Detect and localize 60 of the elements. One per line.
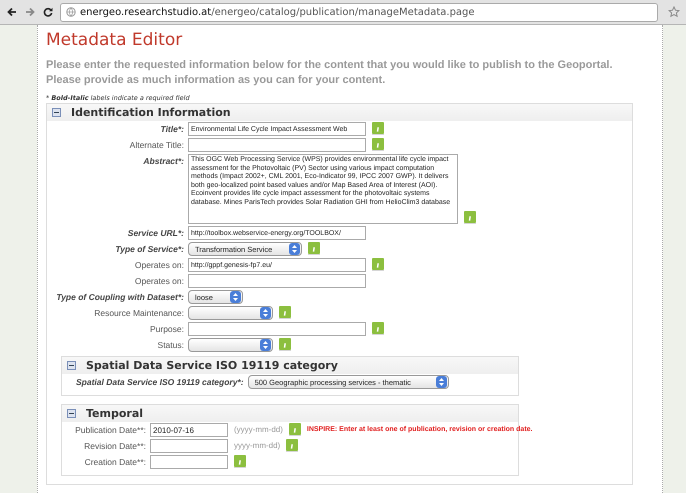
info-icon[interactable] (372, 138, 384, 151)
bookmark-star-icon[interactable] (668, 6, 680, 18)
page-title: Metadata Editor (46, 30, 184, 50)
text-field[interactable] (188, 274, 366, 288)
date-format-hint: yyyy-mm-dd) (234, 440, 280, 452)
field-label: Publication Date**: (74, 424, 147, 437)
url-host: energeo.researchstudio.at (80, 6, 212, 18)
back-arrow-icon (7, 7, 17, 17)
field-label: Type of Service*: (114, 243, 185, 256)
stepper-arrows-icon (263, 341, 268, 349)
info-icon[interactable] (279, 338, 291, 351)
field-label: Status: (156, 339, 185, 352)
info-icon[interactable] (279, 306, 291, 319)
info-icon[interactable] (372, 122, 384, 135)
field-label: Type of Coupling with Dataset*: (55, 291, 185, 304)
collapse-icon[interactable] (67, 361, 76, 370)
field-label: Resource Maintenance: (93, 307, 185, 320)
forward-button[interactable] (24, 7, 36, 17)
reload-icon (43, 7, 53, 17)
field-label: Spatial Data Service ISO 19119 category*: (75, 376, 245, 389)
intro-text: Please enter the requested information below for the content that you would like to publish to the Geoportal. Please provide as much information as you can for your content. (46, 58, 614, 88)
dropdown-select[interactable] (188, 338, 273, 352)
info-icon[interactable] (308, 242, 320, 255)
section-title: Identification Information (71, 106, 231, 119)
text-field[interactable] (188, 138, 366, 152)
subsection-title: Spatial Data Service ISO 19119 category (86, 359, 338, 372)
date-field[interactable]: 2010-07-16 (150, 423, 228, 437)
forward-arrow-icon (25, 7, 35, 17)
stepper-arrows-icon (233, 293, 238, 301)
field-label: Alternate Title: (128, 139, 185, 152)
stepper-arrows-icon (263, 309, 268, 317)
field-label: Abstract*: (142, 155, 185, 168)
info-icon[interactable] (372, 322, 384, 335)
url-path: /energeo/catalog/publication/manageMetadata.page (211, 6, 475, 18)
info-icon[interactable] (372, 258, 384, 271)
field-label: Operates on: (134, 275, 185, 288)
subsection-title: Temporal (86, 407, 144, 420)
field-label: Title*: (160, 123, 185, 136)
reload-button[interactable] (42, 7, 54, 17)
back-button[interactable] (6, 7, 18, 17)
collapse-icon[interactable] (67, 409, 76, 418)
globe-icon (66, 7, 76, 17)
stepper-arrows-icon (438, 378, 444, 386)
info-icon[interactable] (464, 211, 476, 224)
info-icon[interactable] (288, 423, 301, 436)
date-format-hint: (yyyy-mm-dd) (234, 424, 283, 436)
field-label: Revision Date**: (83, 440, 147, 453)
field-label: Service URL*: (126, 227, 185, 240)
info-icon[interactable] (234, 455, 246, 468)
field-label: Creation Date**: (84, 456, 147, 469)
address-bar[interactable]: energeo.researchstudio.at/energeo/catalog/publication/manageMetadata.page (60, 2, 658, 22)
stepper-arrows-icon (292, 245, 297, 253)
date-field[interactable] (150, 439, 228, 453)
date-field[interactable] (150, 455, 228, 469)
info-icon[interactable] (286, 439, 298, 452)
dropdown-select[interactable] (188, 306, 273, 320)
field-label: Purpose: (148, 323, 185, 336)
field-label: Operates on: (134, 259, 185, 272)
collapse-icon[interactable] (52, 108, 61, 117)
text-field[interactable] (188, 322, 366, 336)
